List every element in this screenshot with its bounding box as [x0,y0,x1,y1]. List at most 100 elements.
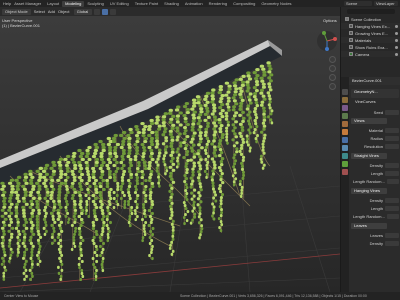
node-group-name[interactable]: VineCurves [355,99,376,105]
help-menu[interactable]: Help [3,1,11,6]
eye-icon[interactable] [395,31,398,35]
3d-viewport[interactable]: User Perspective (1) | BezierCurve.001 O… [0,16,340,292]
field-label: Leaves [370,232,383,238]
leaf-strand [189,98,197,225]
field-value-box[interactable] [385,127,399,133]
outliner-row[interactable]: Materials [341,37,400,43]
orientation-dropdown[interactable]: Global [73,8,92,15]
data-tab-icon[interactable] [342,161,348,167]
leaves-field[interactable]: Leaves [353,232,399,238]
material-tab-icon[interactable] [342,169,348,175]
field-label: Length [370,205,383,211]
straight-length-random-field[interactable]: Length Random... [353,178,399,184]
field-value-box[interactable] [386,178,399,184]
material-field[interactable]: Material [353,127,399,133]
tab-texture-paint[interactable]: Texture Paint [132,1,161,7]
tab-geometry-nodes[interactable]: Geometry Nodes [258,1,294,7]
hanging-length-random-field[interactable]: Length Random... [353,213,399,219]
camera-view-icon[interactable] [329,74,336,81]
view-layer-selector[interactable]: ViewLayer [374,1,398,6]
particles-tab-icon[interactable] [342,145,348,151]
tab-shading[interactable]: Shading [161,1,182,7]
straight-vines-panel[interactable]: Straight Vines [351,153,387,159]
tool-tab-icon[interactable] [342,89,348,95]
select-menu[interactable]: Select [34,9,45,14]
proportional-icon[interactable] [109,8,116,15]
physics-tab-icon[interactable] [342,153,348,159]
outliner-row[interactable]: Camera [341,51,400,57]
scene-selector[interactable]: Scene [344,1,372,6]
output-tab-icon[interactable] [342,105,348,111]
object-menu[interactable]: Object [58,9,70,14]
scene-statistics: Scene Collection | BezierCurve.001 | Ver… [180,294,367,298]
radius-field[interactable]: Radius [353,135,399,141]
field-value-box[interactable] [385,135,399,141]
eye-icon[interactable] [395,24,398,28]
leaf-strand [7,178,15,265]
checkbox-icon[interactable] [349,31,353,35]
hanging-density-field[interactable]: Density [353,197,399,203]
snap-icon[interactable] [101,8,108,15]
ortho-toggle-icon[interactable] [329,83,336,90]
field-value-box[interactable] [385,197,399,203]
straight-density-field[interactable]: Density [353,162,399,168]
outliner-row[interactable]: Show Ruins Exa... [341,44,400,50]
tab-uv-editing[interactable]: UV Editing [107,1,132,7]
checkbox-icon[interactable] [349,38,353,42]
leaves-density-field[interactable]: Density [353,240,399,246]
leaf-strand [118,130,127,210]
world-tab-icon[interactable] [342,129,348,135]
seed-field[interactable]: Seed [353,109,399,115]
options-button[interactable]: Options [320,18,340,24]
tab-asset-manager[interactable]: Asset Manager [11,1,44,7]
pivot-icon[interactable] [93,8,100,15]
eye-icon[interactable] [395,52,398,56]
outliner-search-input[interactable] [347,9,395,14]
tab-animation[interactable]: Animation [182,1,206,7]
leaves-panel[interactable]: Leaves [351,223,387,229]
straight-length-field[interactable]: Length [353,170,399,176]
field-value-box[interactable] [385,232,399,238]
field-label: Material [368,127,383,133]
resolution-field[interactable]: Resolution [353,143,399,149]
tab-rendering[interactable]: Rendering [206,1,230,7]
outliner-row[interactable]: Growing Vines E... [341,30,400,36]
field-value-box[interactable] [385,205,399,211]
tab-sculpting[interactable]: Sculpting [84,1,106,7]
leaf-strand [161,112,169,176]
field-value-box[interactable] [385,143,399,149]
field-label: Resolution [364,143,383,149]
outliner-row[interactable]: Scene Collection [341,16,400,22]
field-value-box[interactable] [385,162,399,168]
mode-dropdown[interactable]: Object Mode [2,8,31,15]
eye-icon[interactable] [395,38,398,42]
add-menu[interactable]: Add [48,9,55,14]
checkbox-icon[interactable] [349,45,353,49]
scene-tab-icon[interactable] [342,121,348,127]
hanging-length-field[interactable]: Length [353,205,399,211]
modifier-tab-icon[interactable] [342,137,348,143]
geometry-nodes-slot[interactable]: GeometryN... [351,89,399,98]
x-axis-line [0,253,340,289]
field-value-box[interactable] [386,213,399,219]
hanging-leaves [0,61,274,282]
view-layer-tab-icon[interactable] [342,113,348,119]
tab-compositing[interactable]: Compositing [230,1,258,7]
pan-hand-icon[interactable] [329,65,336,72]
leaf-strand [91,142,100,282]
tab-modeling[interactable]: Modeling [62,0,85,7]
hanging-vines-panel[interactable]: Hanging Vines [351,188,387,194]
leaf-strand [77,148,85,282]
navigation-gizmo[interactable] [316,30,338,52]
views-panel[interactable]: Views [351,118,387,124]
seed-value-box[interactable] [385,109,399,115]
outliner-row[interactable]: Hanging Vines Ex... [341,23,400,29]
zoom-icon[interactable] [329,56,336,63]
render-tab-icon[interactable] [342,97,348,103]
field-value-box[interactable] [385,240,399,246]
tab-layout[interactable]: Layout [44,1,62,7]
leaf-strand [231,78,239,187]
eye-icon[interactable] [395,45,398,49]
checkbox-icon[interactable] [349,24,353,28]
field-value-box[interactable] [385,170,399,176]
